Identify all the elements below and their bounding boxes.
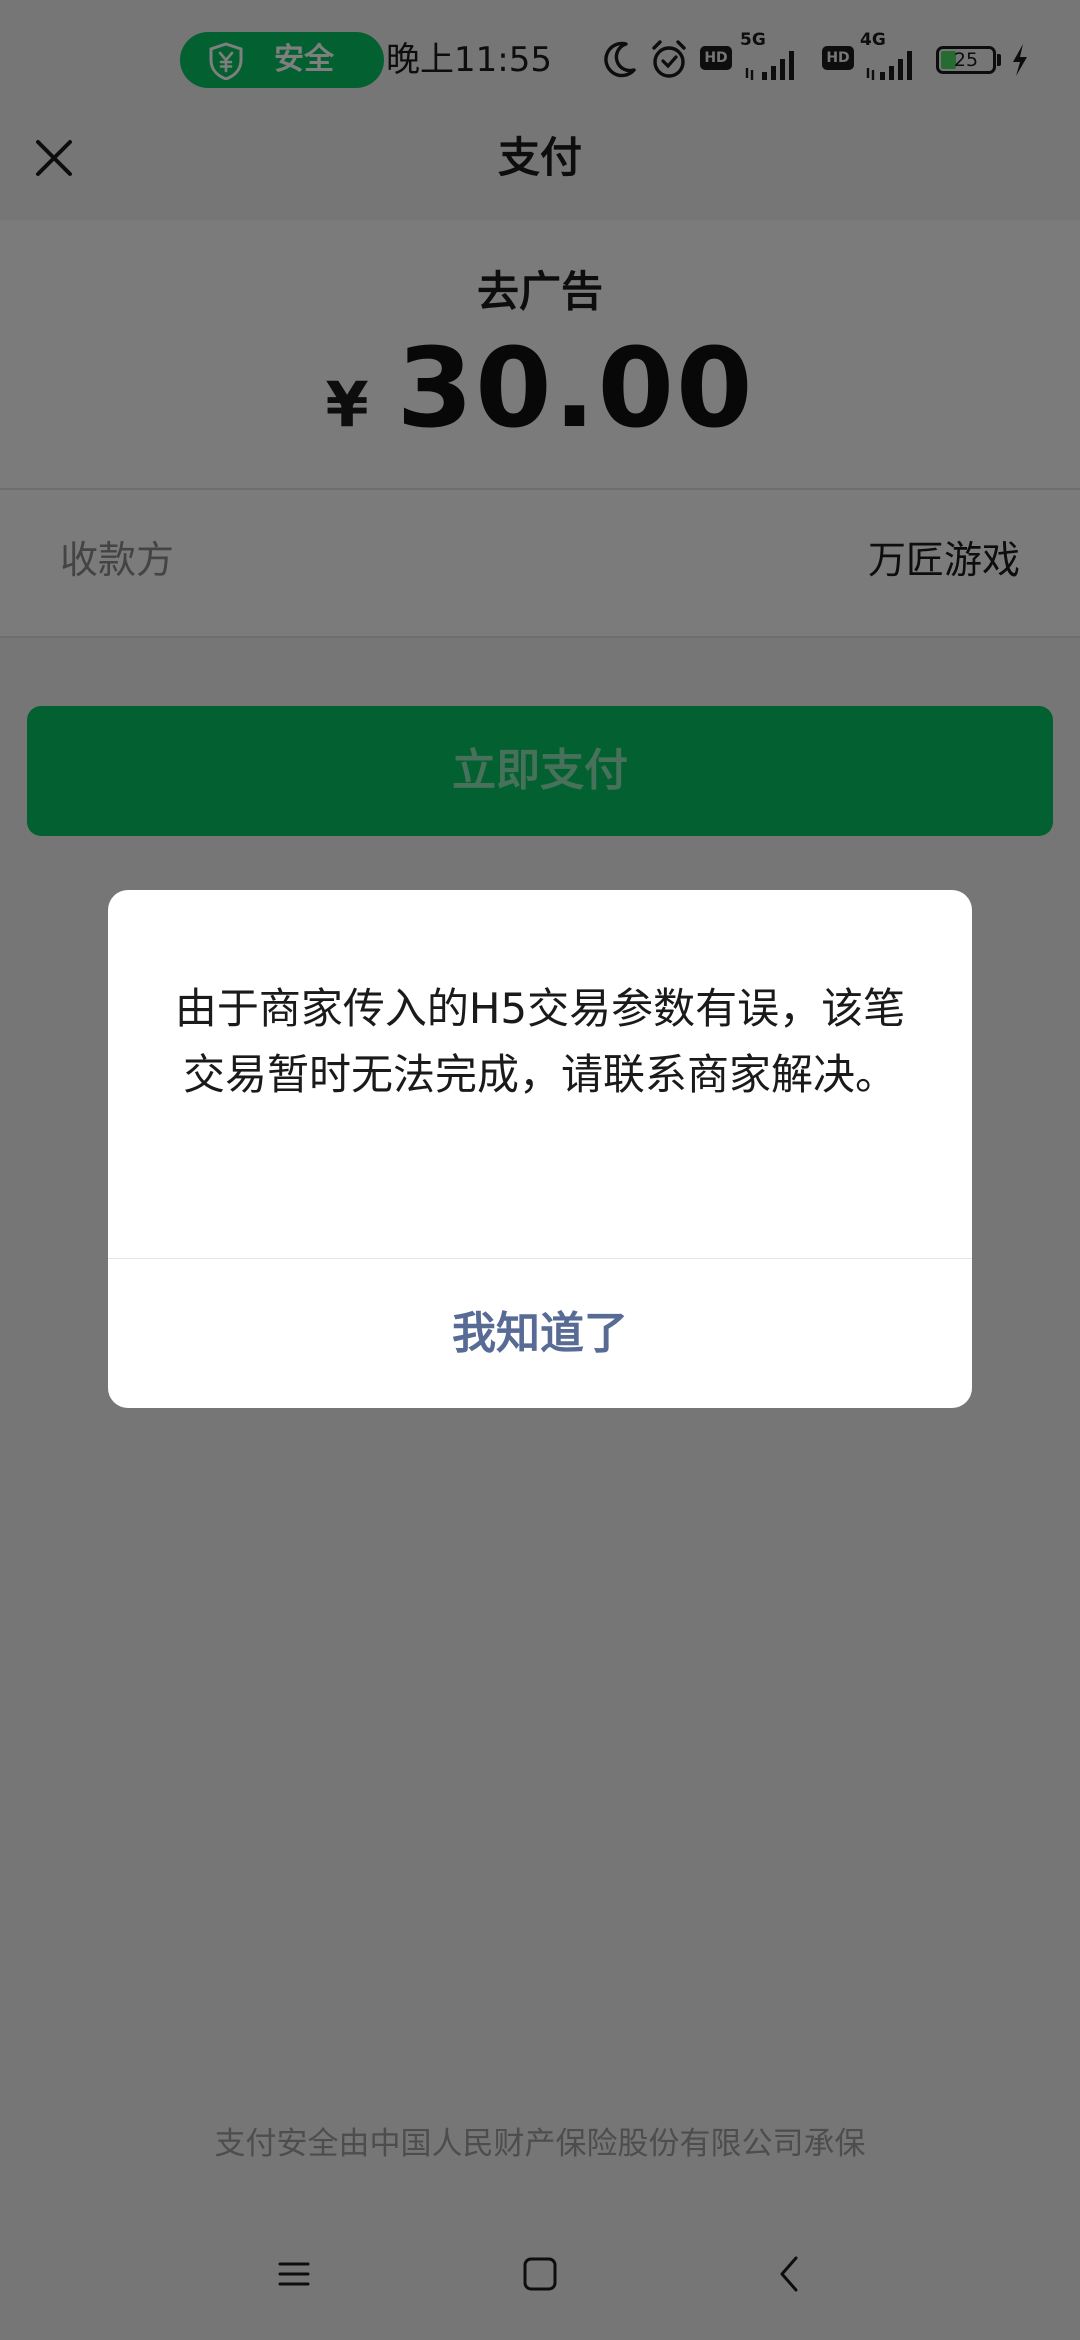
error-dialog: 由于商家传入的H5交易参数有误，该笔交易暂时无法完成，请联系商家解决。 我知道了 — [108, 890, 972, 1408]
dialog-message: 由于商家传入的H5交易参数有误，该笔交易暂时无法完成，请联系商家解决。 — [174, 984, 906, 1099]
acknowledge-button[interactable]: 我知道了 — [108, 1259, 972, 1408]
payment-screen: 安全 晚上11:55 HD 5G HD 4G — [0, 0, 1080, 2340]
